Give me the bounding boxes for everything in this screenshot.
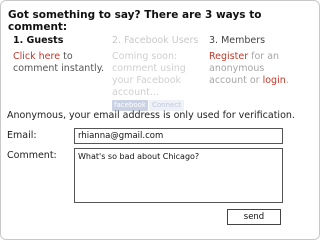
option-members-title: 3. Members bbox=[209, 35, 266, 46]
comment-label: Comment: bbox=[7, 150, 57, 161]
send-button[interactable]: send bbox=[227, 209, 281, 225]
option-guests-text: Click here to comment instantly. bbox=[13, 51, 108, 75]
comment-options: 1. Guests Click here to comment instantl… bbox=[11, 35, 316, 111]
option-guests-title: 1. Guests bbox=[13, 35, 64, 46]
option-facebook-text: Coming soon: comment using your Facebook… bbox=[112, 51, 186, 98]
email-field[interactable] bbox=[74, 128, 283, 144]
option-members-text: Register for an anonymous account or log… bbox=[209, 51, 304, 87]
click-here-link[interactable]: Click here bbox=[13, 51, 60, 62]
email-label: Email: bbox=[7, 130, 37, 141]
option-guests: 1. Guests Click here to comment instantl… bbox=[13, 35, 108, 75]
register-link[interactable]: Register bbox=[209, 51, 248, 62]
comment-textarea[interactable]: What's so bad about Chicago? bbox=[74, 148, 283, 203]
option-facebook: 2. Facebook Users Coming soon: comment u… bbox=[112, 35, 207, 111]
option-members: 3. Members Register for an anonymous acc… bbox=[209, 35, 304, 87]
option-facebook-title: 2. Facebook Users bbox=[112, 35, 199, 46]
panel-heading: Got something to say? There are 3 ways t… bbox=[8, 9, 262, 33]
verification-note: Anonymous, your email address is only us… bbox=[7, 110, 295, 121]
option-members-end: . bbox=[285, 75, 289, 86]
comment-panel: Got something to say? There are 3 ways t… bbox=[0, 0, 320, 240]
login-link[interactable]: login bbox=[263, 75, 286, 86]
